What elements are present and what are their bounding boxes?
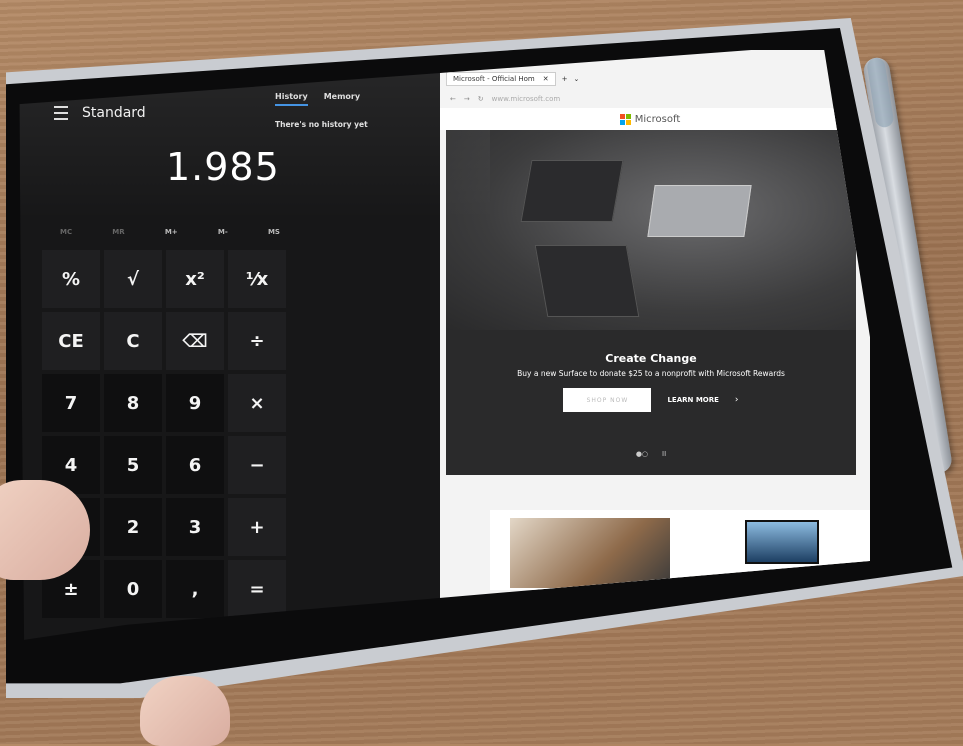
memory-add-button[interactable]: M+ <box>165 228 178 236</box>
multiply-key[interactable]: × <box>228 374 286 432</box>
calculator-display: 1.985 <box>166 145 280 189</box>
chevron-right-icon[interactable]: › <box>735 395 739 405</box>
refresh-icon[interactable]: ↻ <box>478 95 484 103</box>
brand-name: Microsoft <box>634 113 681 125</box>
hero-image <box>446 130 856 330</box>
new-tab-icon[interactable]: + <box>562 75 568 83</box>
digit-2-key[interactable]: 2 <box>104 498 162 556</box>
memory-buttons: MC MR M+ M- MS <box>60 228 280 236</box>
digit-6-key[interactable]: 6 <box>166 436 224 494</box>
keypad: % √ x² ¹⁄x CE C ⌫ ÷ 7 8 9 × 4 5 6 − 1 2 … <box>42 250 286 618</box>
browser-tab-title: Microsoft - Official Hom <box>453 75 535 83</box>
chevron-down-icon[interactable]: ⌄ <box>573 75 579 83</box>
memory-clear-button[interactable]: MC <box>60 228 72 236</box>
memory-subtract-button[interactable]: M- <box>218 228 228 236</box>
calculator-app: Standard 1.985 MC MR M+ M- MS % √ x² ¹⁄x… <box>20 60 450 640</box>
history-tabs: History Memory <box>275 92 435 106</box>
digit-0-key[interactable]: 0 <box>104 560 162 618</box>
thumbnail-device-image[interactable] <box>745 520 819 564</box>
clear-key[interactable]: C <box>104 312 162 370</box>
digit-3-key[interactable]: 3 <box>166 498 224 556</box>
percent-key[interactable]: % <box>42 250 100 308</box>
promo-subtitle: Buy a new Surface to donate $25 to a non… <box>517 369 785 378</box>
backspace-icon[interactable]: ⌫ <box>166 312 224 370</box>
carousel-dots-icon[interactable]: ●○ <box>636 450 648 458</box>
decimal-key[interactable]: , <box>166 560 224 618</box>
thumbnail-pen-image[interactable] <box>510 518 670 588</box>
calculator-mode-title: Standard <box>82 105 146 121</box>
promo-title: Create Change <box>605 352 697 365</box>
pause-icon[interactable]: II <box>662 450 666 458</box>
address-bar: ← → ↻ www.microsoft.com <box>450 92 810 106</box>
tab-history[interactable]: History <box>275 92 308 106</box>
microsoft-logo-icon[interactable] <box>619 113 631 125</box>
close-icon[interactable]: ✕ <box>543 75 549 83</box>
memory-recall-button[interactable]: MR <box>112 228 124 236</box>
url-field[interactable]: www.microsoft.com <box>492 95 561 103</box>
browser-tab-strip: Microsoft - Official Hom ✕ + ⌄ <box>446 70 870 88</box>
digit-7-key[interactable]: 7 <box>42 374 100 432</box>
clear-entry-key[interactable]: CE <box>42 312 100 370</box>
learn-more-link[interactable]: LEARN MORE <box>667 396 718 404</box>
history-panel: History Memory There's no history yet <box>275 92 435 129</box>
surface-laptop-image <box>520 160 624 222</box>
memory-store-button[interactable]: MS <box>268 228 280 236</box>
menu-icon[interactable] <box>54 106 68 120</box>
back-icon[interactable]: ← <box>450 95 456 103</box>
reciprocal-key[interactable]: ¹⁄x <box>228 250 286 308</box>
edge-browser: Microsoft - Official Hom ✕ + ⌄ ← → ↻ www… <box>440 50 870 620</box>
carousel-controls: ●○ II <box>446 450 856 458</box>
subtract-key[interactable]: − <box>228 436 286 494</box>
digit-8-key[interactable]: 8 <box>104 374 162 432</box>
forward-icon[interactable]: → <box>464 95 470 103</box>
digit-5-key[interactable]: 5 <box>104 436 162 494</box>
browser-tab[interactable]: Microsoft - Official Hom ✕ <box>446 72 556 86</box>
sqrt-key[interactable]: √ <box>104 250 162 308</box>
promo-banner: Create Change Buy a new Surface to donat… <box>446 330 856 475</box>
square-key[interactable]: x² <box>166 250 224 308</box>
bottom-hand <box>140 676 230 746</box>
digit-9-key[interactable]: 9 <box>166 374 224 432</box>
shop-now-button[interactable]: SHOP NOW <box>563 388 652 412</box>
tab-memory[interactable]: Memory <box>324 92 360 106</box>
microsoft-header: Microsoft <box>440 108 860 130</box>
calculator-header: Standard <box>54 105 146 121</box>
surface-pro-image <box>534 245 640 317</box>
history-empty-message: There's no history yet <box>275 120 368 129</box>
surface-laptop-silver-image <box>647 185 752 237</box>
add-key[interactable]: + <box>228 498 286 556</box>
divide-key[interactable]: ÷ <box>228 312 286 370</box>
equals-key[interactable]: = <box>228 560 286 618</box>
promo-actions: SHOP NOW LEARN MORE › <box>446 388 856 412</box>
